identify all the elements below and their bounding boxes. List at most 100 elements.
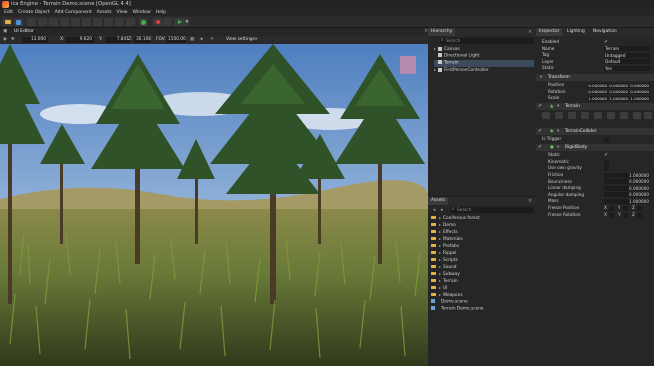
terrain-header[interactable]: ✓ ▲ ▾ Terrain [536,103,654,110]
asset-item[interactable]: ▸ Sound [431,264,457,271]
toolbar-button-4[interactable] [60,18,69,26]
hierarchy-item-directional-light[interactable]: Directional Light [434,53,479,60]
toolbar-button-8[interactable] [104,18,113,26]
position-y-field[interactable]: 0.000000 [609,82,629,88]
asset-item[interactable]: ▸ Terrain [431,278,458,285]
scene-tab[interactable]: UI Editor [14,29,34,34]
assets-search-input[interactable]: ⌕ Search [451,207,534,213]
navigation-tab[interactable]: Navigation [590,28,620,36]
kinematic-checkbox[interactable] [604,159,609,165]
raise-terrain-icon[interactable] [542,112,550,119]
move-icon[interactable]: ✥ [11,37,15,43]
collider-enabled-checkbox[interactable]: ✓ [538,128,542,135]
grid-icon[interactable]: ▦ [190,37,194,43]
toolbar-button-6[interactable] [82,18,91,26]
view-settings-button[interactable]: View settings [226,37,255,43]
navmesh-icon[interactable] [139,18,148,26]
toolbar-button-11[interactable] [163,18,172,26]
asset-item[interactable]: ▸ Materials [431,236,463,243]
pos-x-field[interactable]: 9.620 [66,37,94,43]
rotation-x-field[interactable]: 0.000000 [588,89,608,95]
gravity-checkbox[interactable] [604,166,609,171]
freeze-rot-y-checkbox[interactable] [623,213,628,218]
play-icon[interactable] [174,18,185,26]
scale-z-field[interactable]: 1.000000 [630,95,650,101]
menu-window[interactable]: Window [132,10,150,15]
toolbar-button-5[interactable] [71,18,80,26]
asset-item[interactable]: ▸ Scripts [431,257,458,264]
menu-view[interactable]: View [117,10,128,15]
terrain-settings-icon[interactable] [633,112,641,119]
pos-z-field[interactable]: 36.108 [134,37,151,43]
smooth-terrain-icon[interactable] [568,112,576,119]
paint-details-icon[interactable] [607,112,615,119]
hierarchy-item-terrain[interactable]: Terrain [434,60,534,67]
terrain-enabled-checkbox[interactable]: ✓ [538,103,542,110]
menu-assets[interactable]: Assets [97,10,112,15]
menu-help[interactable]: Help [156,10,166,15]
move-speed-field[interactable]: 13.000 [22,37,48,43]
play-dropdown-icon[interactable]: ▾ [185,18,189,26]
layer-select[interactable]: Default [604,59,650,65]
collapse-arrow-icon[interactable]: ▾ [540,74,542,81]
freeze-rot-z-checkbox[interactable] [637,213,642,218]
tag-select[interactable]: Untagged [604,52,650,58]
angular-damping-field[interactable]: 0.000000 [604,192,650,198]
camera-icon[interactable]: ◉ [3,37,7,43]
asset-item[interactable]: ▸ Prefabs [431,243,459,250]
rigidbody-header[interactable]: ✓ ● ▾ RigidBody [536,144,654,151]
rotation-z-field[interactable]: 0.000000 [630,89,650,95]
hierarchy-item-canvas[interactable]: ▸ Canvas [434,46,460,53]
asset-item[interactable]: Demo.scene [431,299,468,306]
menu-edit[interactable]: Edit [4,10,13,15]
lighting-tab[interactable]: Lighting [564,28,588,36]
close-icon[interactable]: × [528,198,532,204]
hierarchy-tab[interactable]: Hierarchy [428,28,456,36]
position-x-field[interactable]: 0.000000 [588,82,608,88]
open-folder-icon[interactable] [3,18,12,26]
collapse-arrow-icon[interactable]: ▾ [557,128,559,135]
name-field[interactable]: Terrain [604,46,650,52]
asset-item[interactable]: Terrain Demo.scene [431,306,484,313]
hierarchy-item-firstpersoncontroller[interactable]: ▸ FirstPersonController [434,67,489,74]
light-icon[interactable]: ☀ [210,37,214,43]
asset-item[interactable]: ▸ Demo [431,222,456,229]
fov-field[interactable]: 1500.00 [166,37,186,43]
chevron-down-icon[interactable]: ▾ [255,37,257,43]
asset-item[interactable]: ▸ UI [431,285,447,292]
linear-damping-field[interactable]: 0.000000 [604,185,650,191]
view-gizmo-icon[interactable] [400,56,416,74]
lower-terrain-icon[interactable] [555,112,563,119]
hierarchy-search-input[interactable]: ⌕ Search [440,38,534,44]
freeze-pos-x-checkbox[interactable] [609,206,614,211]
menu-create-object[interactable]: Create Object [18,10,50,15]
scene-tab-icon[interactable]: ▣ [3,29,7,34]
toolbar-button-7[interactable] [93,18,102,26]
rotation-y-field[interactable]: 0.000000 [609,89,629,95]
freeze-rot-x-checkbox[interactable] [609,213,614,218]
toolbar-button-3[interactable] [49,18,58,26]
flatten-terrain-icon[interactable] [620,112,628,119]
freeze-pos-z-checkbox[interactable] [637,206,642,211]
collapse-arrow-icon[interactable]: ▾ [557,144,559,151]
terrain-collider-header[interactable]: ✓ ◆ ▾ TerrainCollider [536,128,654,135]
bounciness-field[interactable]: 0.000000 [604,179,650,185]
toolbar-button-2[interactable] [38,18,47,26]
is-trigger-checkbox[interactable] [604,137,609,142]
paint-texture-icon[interactable] [581,112,589,119]
position-z-field[interactable]: 0.000000 [630,82,650,88]
menu-add-component[interactable]: Add Component [55,10,92,15]
transform-header[interactable]: ▾ Transform [536,74,654,81]
terrain-extra-icon[interactable] [644,112,652,119]
enabled-checkbox[interactable]: ✓ [604,39,608,45]
gizmo-icon[interactable]: ◈ [200,37,203,43]
scale-y-field[interactable]: 1.000000 [609,95,629,101]
freeze-pos-y-checkbox[interactable] [623,206,628,211]
scene-viewport[interactable] [0,44,428,366]
save-icon[interactable] [14,18,23,26]
asset-item[interactable]: ▸ Subway [431,271,460,278]
rb-static-checkbox[interactable]: ✓ [604,152,608,158]
asset-item[interactable]: ▸ Rippel [431,250,456,257]
toolbar-button-10[interactable] [126,18,135,26]
forward-icon[interactable]: ▸ [441,208,443,213]
